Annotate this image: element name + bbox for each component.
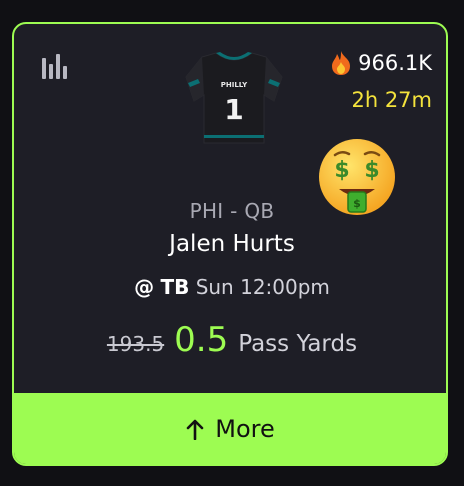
matchup-info: @ TB Sun 12:00pm [14, 275, 446, 299]
arrow-up-icon [186, 419, 204, 440]
game-time: Sun 12:00pm [195, 275, 330, 299]
svg-text:$: $ [334, 158, 349, 183]
bar-chart-icon[interactable] [41, 54, 69, 80]
new-line-value: 0.5 [174, 320, 229, 360]
team-position: PHI - QB [189, 199, 275, 223]
countdown-timer: 2h 27m [351, 88, 432, 112]
stat-label: Pass Yards [238, 331, 358, 357]
player-prop-card[interactable]: PHILLY 1 966.1K 2h 27m $ $ $ PHI - QB Ja… [12, 22, 448, 466]
jersey-number: 1 [224, 93, 243, 126]
more-button-label: More [215, 414, 275, 443]
svg-text:$: $ [364, 158, 379, 183]
popularity-count: 966.1K [330, 50, 432, 76]
old-line-value: 193.5 [106, 332, 165, 356]
popularity-value: 966.1K [358, 51, 432, 75]
opponent-prefix: @ [134, 275, 155, 299]
opponent-team: TB [160, 275, 190, 299]
prop-line: 193.5 0.5 Pass Yards [14, 320, 446, 360]
player-name: Jalen Hurts [169, 231, 295, 257]
fire-icon [332, 51, 351, 75]
jersey-image: PHILLY 1 [185, 52, 283, 144]
more-button[interactable]: More [14, 393, 446, 464]
jersey-wordmark: PHILLY [221, 81, 248, 89]
